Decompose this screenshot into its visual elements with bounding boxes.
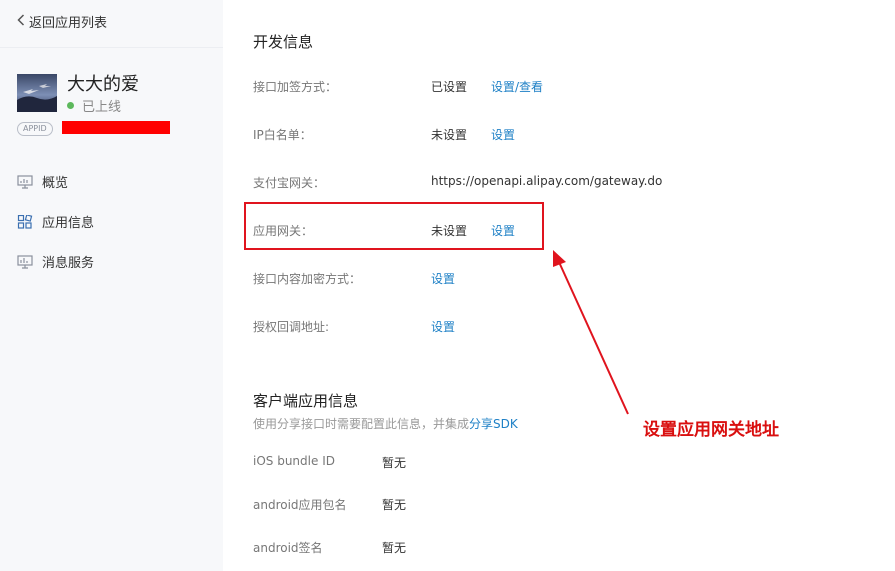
ios-bundle-id-label: iOS bundle ID xyxy=(253,454,335,468)
alipay-gateway-value: https://openapi.alipay.com/gateway.do xyxy=(431,174,663,188)
appid-tag: APPID xyxy=(17,122,53,136)
auth-callback-set-link[interactable]: 设置 xyxy=(431,318,455,335)
sign-method-set-view-link[interactable]: 设置/查看 xyxy=(491,78,543,95)
ios-bundle-id-value: 暂无 xyxy=(382,456,407,470)
monitor-icon xyxy=(17,174,33,189)
app-name: 大大的爱 xyxy=(67,74,139,95)
client-info-hint: 使用分享接口时需要配置此信息，并集成分享SDK xyxy=(253,415,518,432)
auth-callback-label: 授权回调地址: xyxy=(253,320,330,334)
back-to-app-list-link[interactable]: 返回应用列表 xyxy=(17,12,107,31)
android-package-value: 暂无 xyxy=(382,498,407,512)
ip-whitelist-label: IP白名单： xyxy=(253,128,312,142)
sidebar: 返回应用列表 大大的爱 已上线 APPID 概览 应用信息 消息服务 xyxy=(0,0,223,571)
sidebar-item-label: 消息服务 xyxy=(42,256,95,271)
chart-icon xyxy=(17,254,33,269)
app-avatar xyxy=(17,74,57,112)
share-sdk-link[interactable]: 分享SDK xyxy=(469,417,518,431)
app-status-label: 已上线 xyxy=(82,100,122,115)
sidebar-item-message-service[interactable]: 消息服务 xyxy=(17,252,94,271)
android-signature-label: android签名 xyxy=(253,541,323,555)
android-package-label: android应用包名 xyxy=(253,498,347,512)
status-online-dot xyxy=(67,102,74,109)
back-link-label: 返回应用列表 xyxy=(29,16,108,31)
app-status: 已上线 xyxy=(67,96,121,115)
sidebar-divider xyxy=(0,47,223,48)
main-content: 开发信息 接口加签方式： 已设置 设置/查看 IP白名单： 未设置 设置 支付宝… xyxy=(223,0,895,571)
sidebar-item-overview[interactable]: 概览 xyxy=(17,172,68,191)
grid-icon xyxy=(17,214,33,229)
dev-info-title: 开发信息 xyxy=(253,33,314,51)
sign-method-value: 已设置 xyxy=(431,80,468,94)
content-encrypt-label: 接口内容加密方式： xyxy=(253,272,362,286)
sidebar-item-label: 应用信息 xyxy=(42,216,95,231)
sidebar-item-app-info[interactable]: 应用信息 xyxy=(17,212,94,231)
app-gateway-highlight-box xyxy=(244,202,544,250)
android-signature-value: 暂无 xyxy=(382,541,407,555)
chevron-left-icon xyxy=(17,13,25,30)
client-info-title: 客户端应用信息 xyxy=(253,392,359,410)
alipay-gateway-label: 支付宝网关： xyxy=(253,176,326,190)
sidebar-item-label: 概览 xyxy=(42,176,69,191)
ip-whitelist-set-link[interactable]: 设置 xyxy=(491,126,515,143)
content-encrypt-set-link[interactable]: 设置 xyxy=(431,270,455,287)
client-info-hint-text: 使用分享接口时需要配置此信息，并集成 xyxy=(253,417,470,431)
ip-whitelist-value: 未设置 xyxy=(431,128,468,142)
appid-redacted-value xyxy=(62,121,170,134)
annotation-label: 设置应用网关地址 xyxy=(643,420,779,440)
sign-method-label: 接口加签方式： xyxy=(253,80,338,94)
